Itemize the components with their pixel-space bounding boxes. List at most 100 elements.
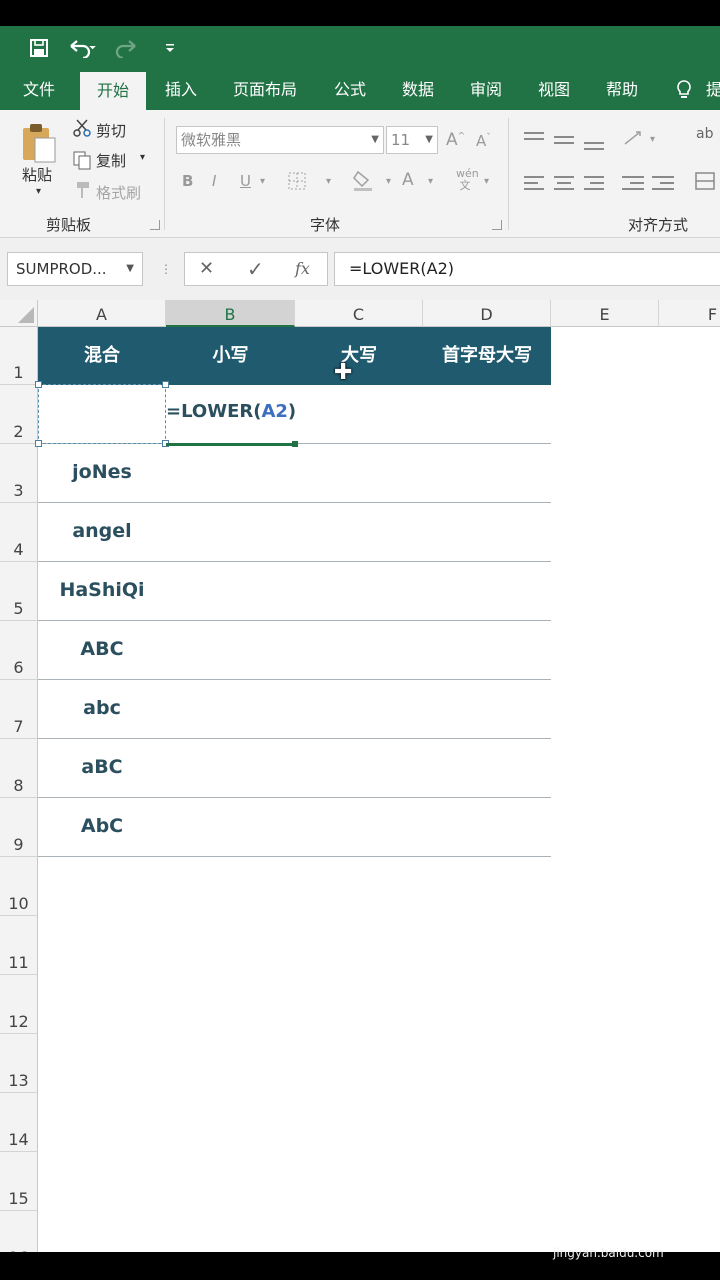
cancel-icon[interactable]: ✕ [199, 253, 214, 285]
format-painter-button[interactable]: 格式刷 [96, 182, 141, 203]
wrap-text-icon[interactable]: ab [696, 126, 713, 142]
italic-icon[interactable]: I [212, 172, 216, 190]
formula-input[interactable]: =LOWER(A2) [334, 252, 720, 286]
fill-handle[interactable] [292, 441, 298, 447]
font-color-dropdown-icon[interactable]: ▾ [428, 176, 433, 187]
bold-icon[interactable]: B [182, 172, 193, 190]
cut-button[interactable]: 剪切 [96, 120, 126, 141]
row-header-10[interactable]: 10 [0, 857, 38, 916]
row-header-16[interactable]: 16 [0, 1211, 38, 1252]
resize-handle[interactable] [35, 440, 42, 447]
merge-center-icon[interactable] [694, 170, 716, 197]
splitter-handle-icon[interactable]: ⋮ [160, 262, 172, 276]
header-cell-upper[interactable]: 大写 [295, 327, 423, 385]
enter-icon[interactable]: ✓ [247, 253, 264, 285]
tab-view[interactable]: 视图 [524, 70, 584, 110]
lightbulb-icon[interactable] [672, 70, 696, 110]
borders-icon[interactable] [286, 170, 308, 197]
copy-dropdown-icon[interactable]: ▾ [140, 152, 145, 163]
cell-a3[interactable]: joNes [38, 461, 166, 483]
insert-function-icon[interactable]: fx [295, 253, 310, 285]
name-box[interactable]: SUMPROD... ▼ [7, 252, 143, 286]
row-header-14[interactable]: 14 [0, 1093, 38, 1152]
resize-handle[interactable] [162, 381, 169, 388]
underline-icon[interactable]: U [240, 172, 251, 190]
tab-data[interactable]: 数据 [388, 70, 448, 110]
tab-help[interactable]: 帮助 [592, 70, 652, 110]
column-header-b[interactable]: B [166, 300, 295, 327]
row-header-6[interactable]: 6 [0, 621, 38, 680]
row-header-4[interactable]: 4 [0, 503, 38, 562]
align-left-icon[interactable] [524, 174, 544, 194]
row-header-9[interactable]: 9 [0, 798, 38, 857]
save-icon[interactable] [24, 26, 54, 70]
redo-icon[interactable] [112, 26, 152, 70]
cell-a6[interactable]: ABC [38, 638, 166, 660]
customize-icon[interactable] [160, 26, 180, 70]
undo-icon[interactable] [64, 26, 104, 70]
orientation-icon[interactable] [622, 128, 646, 153]
header-cell-proper[interactable]: 首字母大写 [423, 327, 551, 385]
column-header-a[interactable]: A [38, 300, 166, 327]
paste-dropdown-icon[interactable]: ▾ [36, 186, 41, 197]
align-middle-icon[interactable] [554, 130, 574, 150]
cell-a8[interactable]: aBC [38, 756, 166, 778]
row-header-1[interactable]: 1 [0, 327, 38, 385]
cell-b2-editor[interactable]: =LOWER(A2) [166, 401, 296, 422]
font-launcher-icon[interactable] [492, 220, 502, 230]
font-size-combobox[interactable]: 11 ▼ [386, 126, 438, 154]
select-all-button[interactable] [0, 300, 38, 327]
row-header-5[interactable]: 5 [0, 562, 38, 621]
scissors-icon[interactable] [72, 118, 92, 143]
row-header-8[interactable]: 8 [0, 739, 38, 798]
tab-formulas[interactable]: 公式 [320, 70, 380, 110]
align-bottom-icon[interactable] [584, 130, 604, 150]
tab-page-layout[interactable]: 页面布局 [222, 70, 308, 110]
worksheet-grid[interactable]: A B C D E F 1 2 3 4 5 6 7 8 9 10 11 12 1… [0, 300, 720, 1252]
column-header-e[interactable]: E [551, 300, 659, 327]
underline-dropdown-icon[interactable]: ▾ [260, 176, 265, 187]
cell-a4[interactable]: angel [38, 520, 166, 542]
align-right-icon[interactable] [584, 174, 604, 194]
row-header-3[interactable]: 3 [0, 444, 38, 503]
align-top-icon[interactable] [524, 130, 544, 150]
column-header-f[interactable]: F [659, 300, 720, 327]
fill-color-icon[interactable] [352, 168, 376, 197]
row-header-7[interactable]: 7 [0, 680, 38, 739]
copy-icon[interactable] [72, 150, 92, 175]
copy-button[interactable]: 复制 [96, 150, 126, 171]
cell-a5[interactable]: HaShiQi [38, 579, 166, 601]
cell-a9[interactable]: AbC [38, 815, 166, 837]
tab-file[interactable]: 文件 [10, 70, 68, 110]
font-color-icon[interactable]: A [402, 170, 414, 190]
tab-review[interactable]: 审阅 [456, 70, 516, 110]
header-cell-lower[interactable]: 小写 [166, 327, 295, 385]
paste-button[interactable]: 粘贴 [22, 164, 52, 185]
phonetic-icon[interactable]: wén 文 [456, 168, 479, 192]
tab-insert[interactable]: 插入 [150, 70, 212, 110]
resize-handle[interactable] [35, 381, 42, 388]
increase-indent-icon[interactable] [652, 174, 674, 194]
increase-font-icon[interactable]: A^ [446, 130, 465, 150]
column-header-c[interactable]: C [295, 300, 423, 327]
clipboard-launcher-icon[interactable] [150, 220, 160, 230]
borders-dropdown-icon[interactable]: ▾ [326, 176, 331, 187]
column-header-d[interactable]: D [423, 300, 551, 327]
cell-a7[interactable]: abc [38, 697, 166, 719]
phonetic-dropdown-icon[interactable]: ▾ [484, 176, 489, 187]
row-header-15[interactable]: 15 [0, 1152, 38, 1211]
row-header-13[interactable]: 13 [0, 1034, 38, 1093]
row-header-2[interactable]: 2 [0, 385, 38, 444]
align-center-icon[interactable] [554, 174, 574, 194]
decrease-font-icon[interactable]: Aˇ [476, 132, 491, 150]
header-cell-mixed[interactable]: 混合 [38, 327, 166, 385]
row-header-12[interactable]: 12 [0, 975, 38, 1034]
row-header-11[interactable]: 11 [0, 916, 38, 975]
orientation-dropdown-icon[interactable]: ▾ [650, 134, 655, 145]
decrease-indent-icon[interactable] [622, 174, 644, 194]
tab-tell-me[interactable]: 提 [704, 70, 720, 110]
tab-home[interactable]: 开始 [80, 72, 146, 110]
fill-color-dropdown-icon[interactable]: ▾ [386, 176, 391, 187]
format-painter-icon[interactable] [72, 180, 92, 205]
paste-icon[interactable] [20, 120, 60, 166]
